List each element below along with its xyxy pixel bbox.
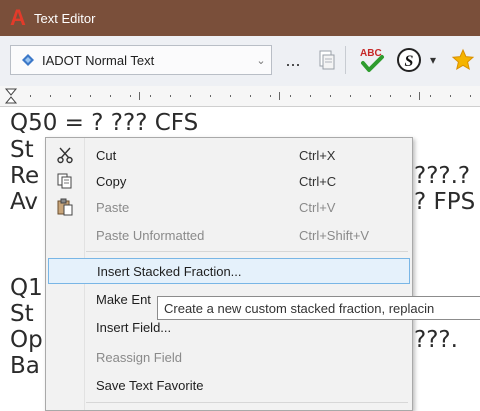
text-style-dropdown[interactable]: IADOT Normal Text ⌄: [10, 45, 272, 75]
doc-line: Ba: [10, 353, 40, 379]
paste-special-button[interactable]: [312, 45, 342, 75]
doc-line: St: [10, 301, 34, 327]
special-symbol-button[interactable]: S: [395, 45, 423, 75]
menu-separator: [86, 402, 408, 403]
doc-line: Q1: [10, 275, 43, 301]
favorite-button[interactable]: [450, 45, 476, 75]
menu-item-label: Reassign Field: [96, 349, 182, 365]
title-bar: A Text Editor: [0, 0, 480, 36]
doc-line: Op: [10, 327, 43, 353]
menu-item-label: Paste: [96, 199, 130, 215]
copy-icon: [48, 168, 82, 194]
app-logo-icon: A: [10, 5, 26, 30]
menu-item-shortcut: Ctrl+Shift+V: [299, 227, 370, 243]
menu-item-shortcut: Ctrl+V: [299, 199, 336, 215]
ruler-ticks: [4, 88, 471, 104]
doc-line: Q50 = ? ??? CFS: [10, 110, 199, 136]
menu-item-reassign-field[interactable]: Reassign Field: [48, 344, 410, 370]
menu-item-label: Insert Field...: [96, 319, 172, 335]
scissors-icon: [48, 142, 82, 168]
spellcheck-icon: ABC: [360, 48, 384, 72]
svg-text:ABC: ABC: [360, 48, 382, 59]
svg-text:S: S: [405, 53, 414, 70]
paste-special-icon: [319, 50, 335, 70]
text-style-icon: [22, 54, 34, 66]
special-symbol-icon: S: [397, 48, 421, 72]
ruler[interactable]: [0, 86, 480, 107]
doc-line: Re: [10, 163, 40, 189]
menu-item-copy[interactable]: Copy Ctrl+C: [48, 168, 410, 194]
menu-item-cut[interactable]: Cut Ctrl+X: [48, 142, 410, 168]
window-title: Text Editor: [34, 10, 96, 26]
tooltip: Create a new custom stacked fraction, re…: [157, 296, 480, 320]
menu-item-label: Make Ent: [96, 291, 151, 307]
menu-item-label: Copy: [96, 173, 127, 189]
toolbar: IADOT Normal Text ⌄ ... ABC S ▾: [0, 36, 480, 87]
menu-item-shortcut: Ctrl+C: [299, 173, 337, 189]
menu-item-paste[interactable]: Paste Ctrl+V: [48, 194, 410, 220]
toolbar-separator: [345, 46, 346, 74]
menu-item-label: Paste Unformatted: [96, 227, 205, 243]
menu-item-shortcut: Ctrl+X: [299, 147, 336, 163]
doc-line: St: [10, 137, 34, 163]
text-style-value: IADOT Normal Text: [42, 52, 155, 68]
menu-separator: [86, 251, 408, 252]
more-options-button[interactable]: ...: [278, 45, 308, 75]
paste-icon: [48, 194, 82, 220]
doc-text-fragment: ???.: [414, 327, 458, 353]
menu-item-label: Save Text Favorite: [96, 377, 204, 393]
symbol-dropdown-arrow-icon[interactable]: ▾: [425, 45, 441, 75]
chevron-down-icon[interactable]: ⌄: [251, 54, 271, 67]
doc-line: Av: [10, 189, 38, 215]
menu-item-label: Cut: [96, 147, 117, 163]
context-menu: Cut Ctrl+X Copy Ctrl+C Paste Ctrl+V Past…: [45, 137, 413, 411]
menu-item-label: Insert Stacked Fraction...: [97, 263, 242, 279]
menu-item-insert-stacked-fraction[interactable]: Insert Stacked Fraction...: [48, 258, 410, 284]
favorite-star-icon: [451, 48, 475, 71]
menu-item-paste-unformatted[interactable]: Paste Unformatted Ctrl+Shift+V: [48, 222, 410, 248]
spellcheck-button[interactable]: ABC: [357, 45, 387, 75]
doc-text-fragment: ? FPS: [414, 189, 476, 215]
doc-text-fragment: ???.?: [414, 163, 471, 189]
menu-item-save-text-favorite[interactable]: Save Text Favorite: [48, 372, 410, 398]
